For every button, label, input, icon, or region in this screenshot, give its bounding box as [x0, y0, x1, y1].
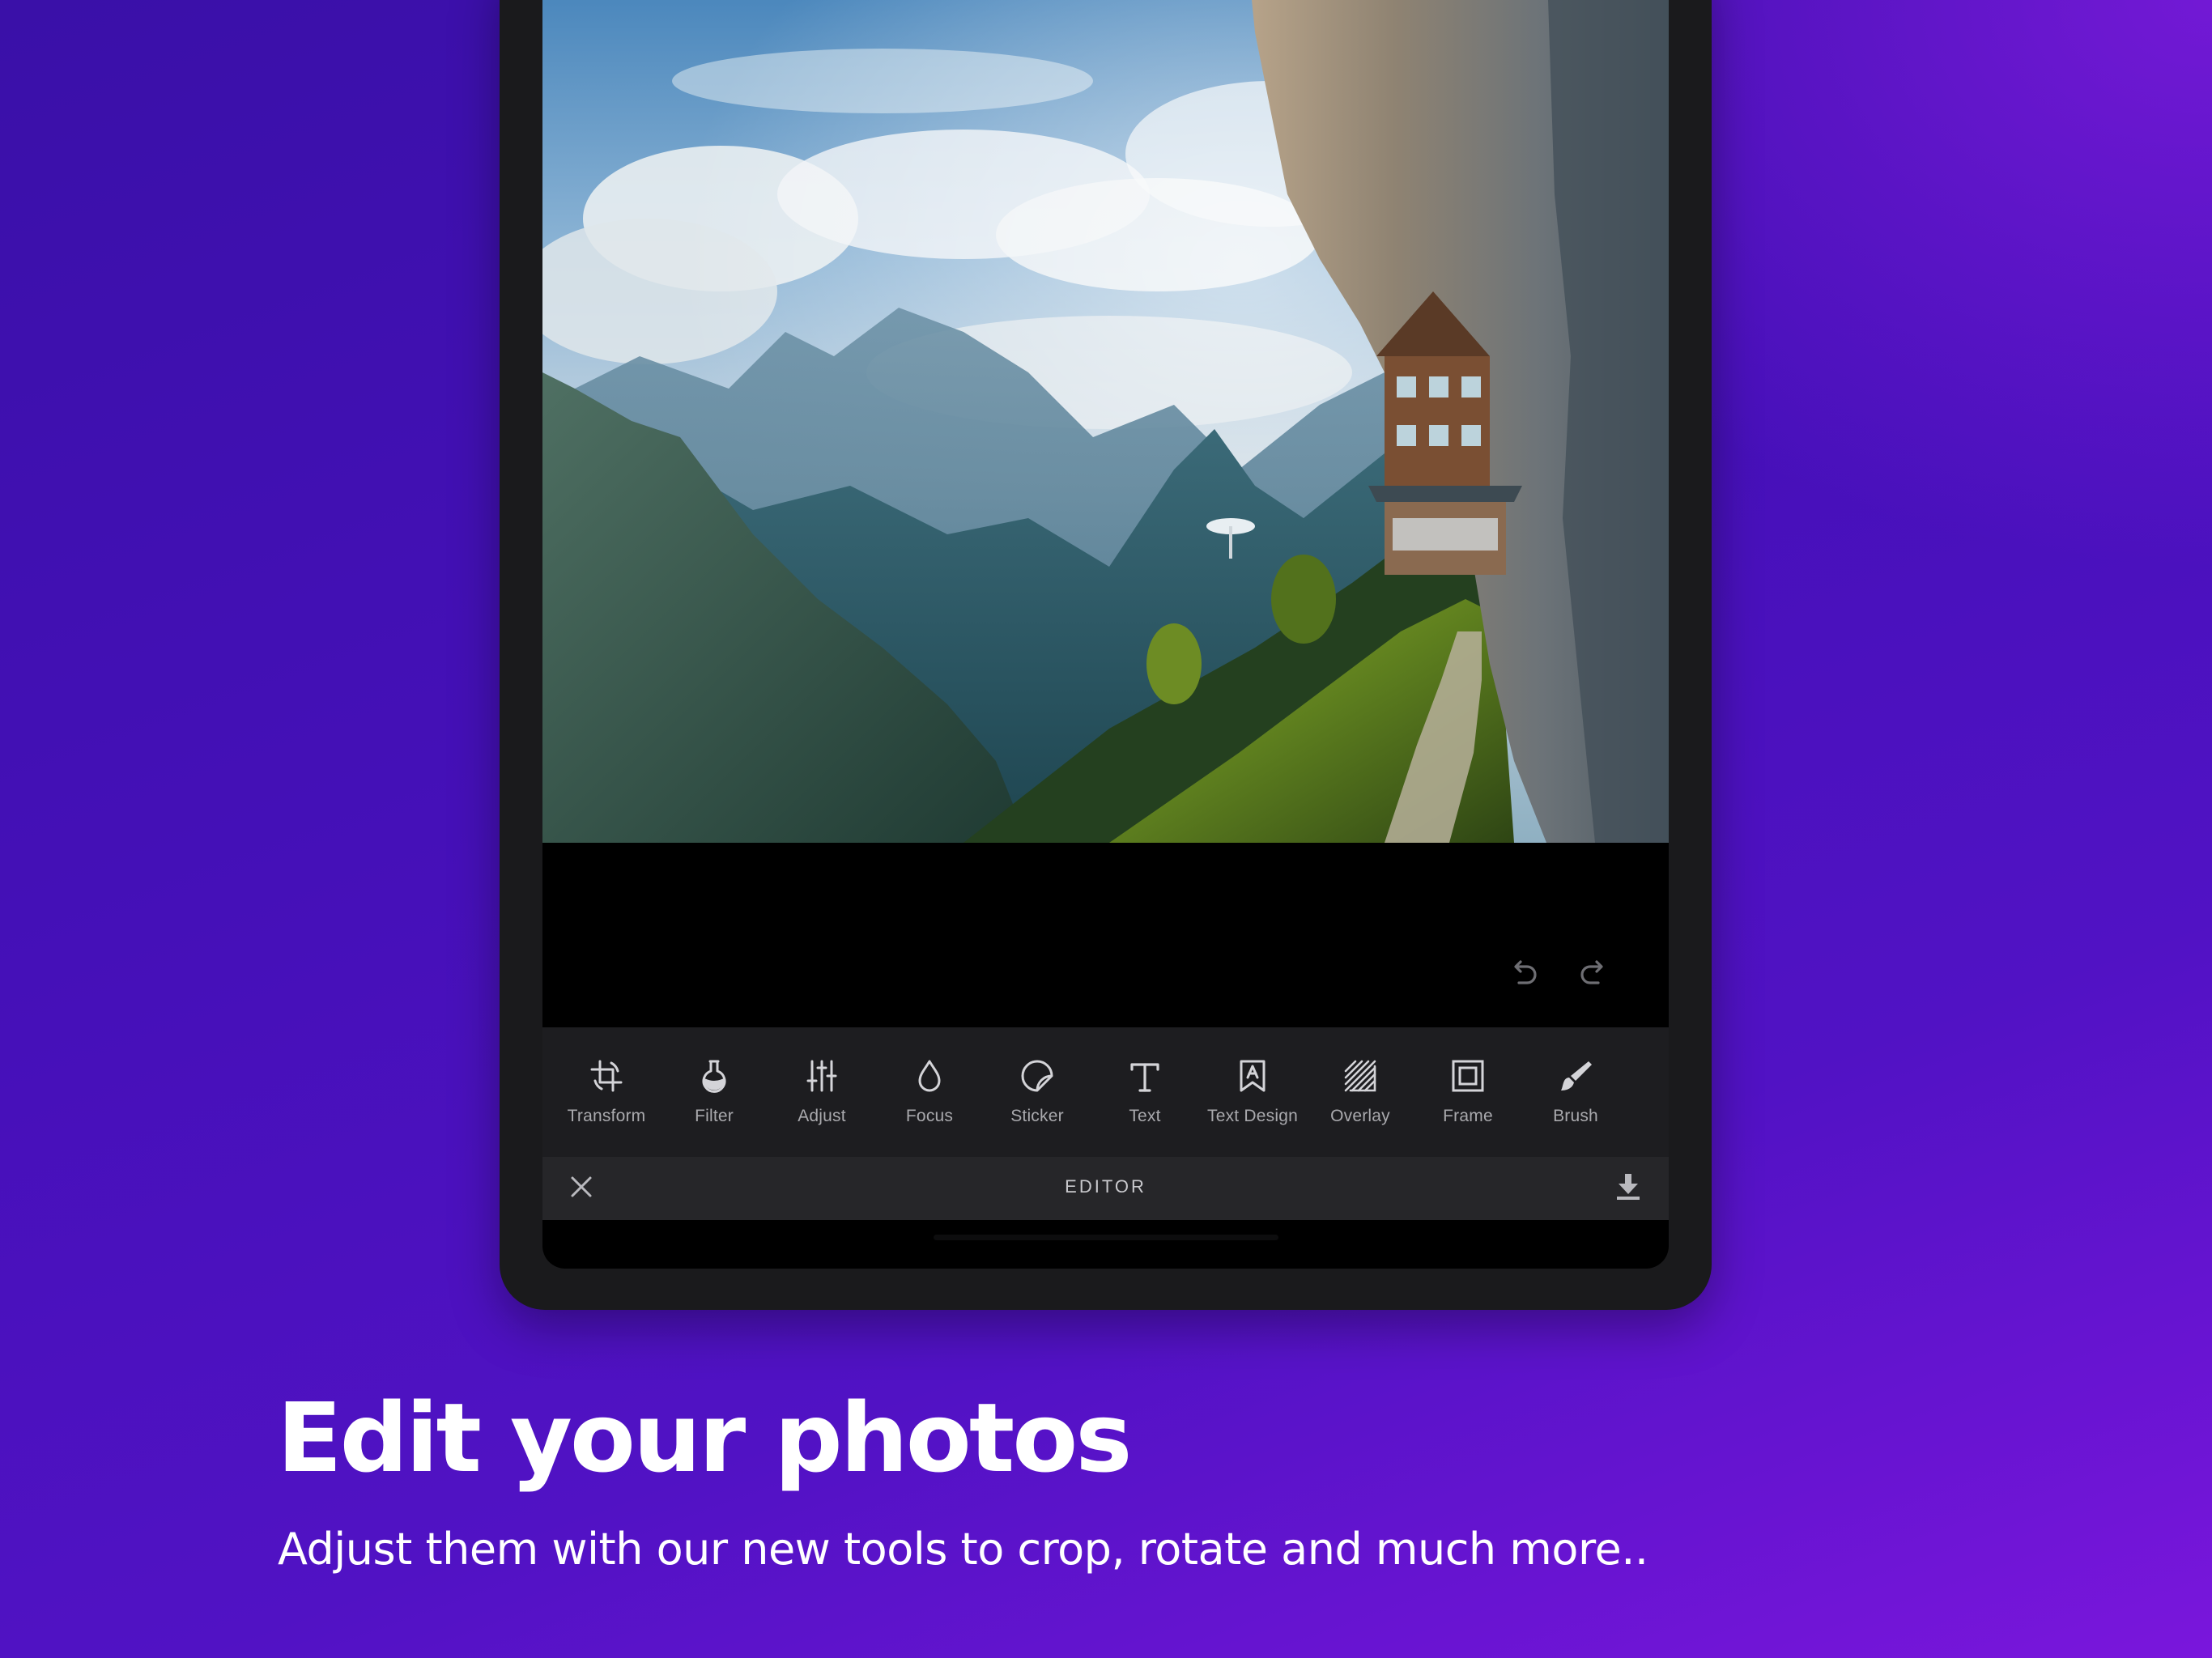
tablet-device: Transform Filter Adjust Focus Sticker Te… — [500, 0, 1712, 1310]
editor-bottom-bar: EDITOR — [542, 1157, 1669, 1220]
tool-overlay[interactable]: Overlay — [1306, 1027, 1414, 1157]
bookmark-a-icon — [1230, 1053, 1275, 1099]
droplet-icon — [907, 1053, 952, 1099]
tool-label: Text — [1129, 1107, 1161, 1125]
sticker-icon — [1015, 1053, 1060, 1099]
tool-text-design[interactable]: Text Design — [1198, 1027, 1307, 1157]
tool-transform[interactable]: Transform — [552, 1027, 661, 1157]
promo-headline: Edit your photos — [277, 1382, 1133, 1494]
flask-icon — [691, 1053, 737, 1099]
photo-canvas[interactable] — [542, 0, 1669, 843]
tool-label: Adjust — [798, 1107, 846, 1125]
sliders-icon — [799, 1053, 844, 1099]
promo-subline: Adjust them with our new tools to crop, … — [278, 1524, 1648, 1575]
redo-button[interactable] — [1571, 952, 1616, 997]
tool-focus[interactable]: Focus — [875, 1027, 984, 1157]
undo-icon — [1506, 955, 1542, 995]
tool-adjust[interactable]: Adjust — [768, 1027, 876, 1157]
crop-rotate-icon — [584, 1053, 629, 1099]
tool-label: Sticker — [1010, 1107, 1064, 1125]
home-indicator — [934, 1235, 1278, 1240]
tool-label: Brush — [1553, 1107, 1598, 1125]
tool-label: Overlay — [1330, 1107, 1390, 1125]
brush-icon — [1553, 1053, 1598, 1099]
download-button[interactable] — [1610, 1170, 1647, 1207]
tool-sticker[interactable]: Sticker — [983, 1027, 1091, 1157]
tool-text[interactable]: Text — [1091, 1027, 1199, 1157]
tool-brush[interactable]: Brush — [1521, 1027, 1630, 1157]
redo-icon — [1576, 955, 1611, 995]
tool-filter[interactable]: Filter — [660, 1027, 768, 1157]
frame-square-icon — [1445, 1053, 1491, 1099]
tool-label: Text Design — [1207, 1107, 1298, 1125]
tool-label: Frame — [1443, 1107, 1493, 1125]
editor-toolbar: Transform Filter Adjust Focus Sticker Te… — [542, 1027, 1669, 1157]
tool-label: Focus — [905, 1107, 954, 1125]
tool-label: Filter — [695, 1107, 734, 1125]
tool-label: Transform — [567, 1107, 646, 1125]
landscape-photo — [542, 0, 1669, 843]
tool-frame[interactable]: Frame — [1414, 1027, 1522, 1157]
editor-screen: Transform Filter Adjust Focus Sticker Te… — [542, 0, 1669, 1269]
undo-button[interactable] — [1501, 952, 1546, 997]
download-icon — [1614, 1172, 1643, 1205]
hatched-square-icon — [1338, 1053, 1383, 1099]
text-t-icon — [1122, 1053, 1168, 1099]
editor-title: EDITOR — [1065, 1176, 1146, 1197]
